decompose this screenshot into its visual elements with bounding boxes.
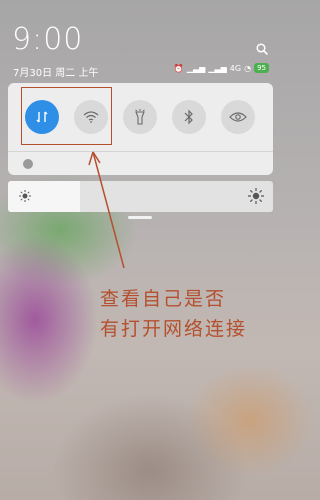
annotation-arrow	[88, 151, 125, 269]
annotation-line-2: 有打开网络连接	[100, 318, 248, 340]
annotation-line-1: 查看自己是否	[100, 288, 227, 310]
annotation-text: 查看自己是否 有打开网络连接	[100, 284, 278, 344]
